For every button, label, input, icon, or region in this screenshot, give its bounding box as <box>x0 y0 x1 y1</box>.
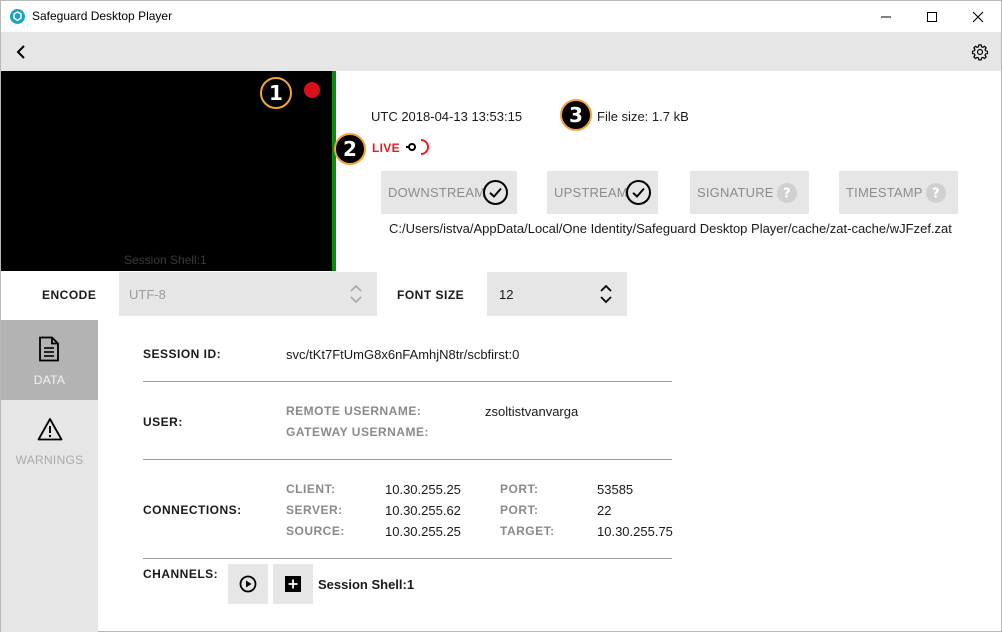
live-badge: LIVE <box>372 141 400 155</box>
server-label: SERVER: <box>286 503 343 517</box>
encode-value: UTF-8 <box>129 287 166 302</box>
source-value: 10.30.255.25 <box>385 524 461 539</box>
divider <box>143 381 672 382</box>
chevron-left-icon <box>16 45 25 59</box>
settings-button[interactable] <box>967 39 993 65</box>
nav-item-warnings[interactable]: WARNINGS <box>1 400 98 480</box>
callout-marker-1: 1 <box>260 77 292 109</box>
utc-timestamp: UTC 2018-04-13 13:53:15 <box>371 109 523 124</box>
maximize-icon <box>927 11 937 22</box>
close-button[interactable] <box>955 1 1001 32</box>
gear-icon <box>971 44 989 61</box>
remote-username-label: REMOTE USERNAME: <box>286 404 422 418</box>
play-circle-icon <box>239 575 257 593</box>
video-status-border <box>332 71 336 271</box>
encode-label: ENCODE <box>42 288 97 302</box>
gateway-username-label: GATEWAY USERNAME: <box>286 425 429 439</box>
nav-label-warnings: WARNINGS <box>15 453 84 467</box>
callout-marker-3: 3 <box>560 99 592 131</box>
divider <box>143 459 672 460</box>
file-size: File size: 1.7 kB <box>597 109 689 124</box>
session-id-value: svc/tKt7FtUmG8x6nFAmhjN8tr/scbfirst:0 <box>286 347 520 362</box>
video-channel-label: Session Shell:1 <box>124 253 207 267</box>
check-circle-icon <box>626 180 651 205</box>
channel-name: Session Shell:1 <box>318 577 415 592</box>
nav-label-data: DATA <box>33 373 66 387</box>
title-bar: Safeguard Desktop Player <box>1 1 1001 32</box>
callout-marker-2: 2 <box>334 133 366 165</box>
session-id-label: SESSION ID: <box>143 347 222 361</box>
server-port-label: PORT: <box>500 503 539 517</box>
toolbar <box>1 32 1001 71</box>
question-circle-icon: ? <box>777 183 797 203</box>
channels-label: CHANNELS: <box>143 567 219 581</box>
minimize-icon <box>881 16 891 17</box>
question-circle-icon: ? <box>926 183 946 203</box>
side-nav: DATA WARNINGS <box>1 320 98 632</box>
app-logo-icon <box>10 9 25 24</box>
svg-text:?: ? <box>932 187 940 202</box>
font-size-label: FONT SIZE <box>397 288 465 302</box>
window-title: Safeguard Desktop Player <box>32 9 173 23</box>
add-channel-button[interactable] <box>273 564 313 604</box>
document-icon <box>39 336 59 362</box>
client-port-label: PORT: <box>500 482 539 496</box>
back-button[interactable] <box>9 40 33 64</box>
close-icon <box>972 11 984 22</box>
client-port-value: 53585 <box>597 482 634 497</box>
minimize-button[interactable] <box>863 1 909 32</box>
spinner-arrows-icon <box>600 284 612 304</box>
plus-square-icon <box>285 576 301 592</box>
remote-username-value: zsoltistvanvarga <box>485 404 579 419</box>
target-label: TARGET: <box>500 524 555 538</box>
font-size-select[interactable]: 12 <box>487 272 627 316</box>
encode-select[interactable]: UTF-8 <box>119 272 377 316</box>
timestamp-status-button[interactable]: TIMESTAMP ? <box>839 171 958 214</box>
upstream-label: UPSTREAM <box>554 185 628 200</box>
nav-item-data[interactable]: DATA <box>1 320 98 400</box>
font-size-value: 12 <box>499 287 514 302</box>
play-channel-button[interactable] <box>228 564 268 604</box>
target-value: 10.30.255.75 <box>597 524 673 539</box>
signature-label: SIGNATURE <box>697 185 774 200</box>
server-port-value: 22 <box>597 503 612 518</box>
connections-label: CONNECTIONS: <box>143 503 242 517</box>
divider <box>143 558 672 559</box>
client-value: 10.30.255.25 <box>385 482 461 497</box>
downstream-status-button[interactable]: DOWNSTREAM <box>381 171 517 214</box>
upstream-status-button[interactable]: UPSTREAM <box>547 171 658 214</box>
client-label: CLIENT: <box>286 482 336 496</box>
source-label: SOURCE: <box>286 524 345 538</box>
maximize-button[interactable] <box>909 1 955 32</box>
spinner-arrows-icon <box>350 284 362 304</box>
file-path: C:/Users/istva/AppData/Local/One Identit… <box>389 221 952 236</box>
user-label: USER: <box>143 415 183 429</box>
app-window: Safeguard Desktop Player Session Shell:1… <box>0 0 1002 632</box>
svg-text:?: ? <box>783 187 791 202</box>
check-circle-icon <box>483 180 508 205</box>
signature-status-button[interactable]: SIGNATURE ? <box>690 171 809 214</box>
live-stream-icon <box>406 139 429 155</box>
downstream-label: DOWNSTREAM <box>388 185 486 200</box>
recording-indicator <box>304 82 320 98</box>
server-value: 10.30.255.62 <box>385 503 461 518</box>
timestamp-label: TIMESTAMP <box>846 185 923 200</box>
warning-icon <box>37 418 63 441</box>
